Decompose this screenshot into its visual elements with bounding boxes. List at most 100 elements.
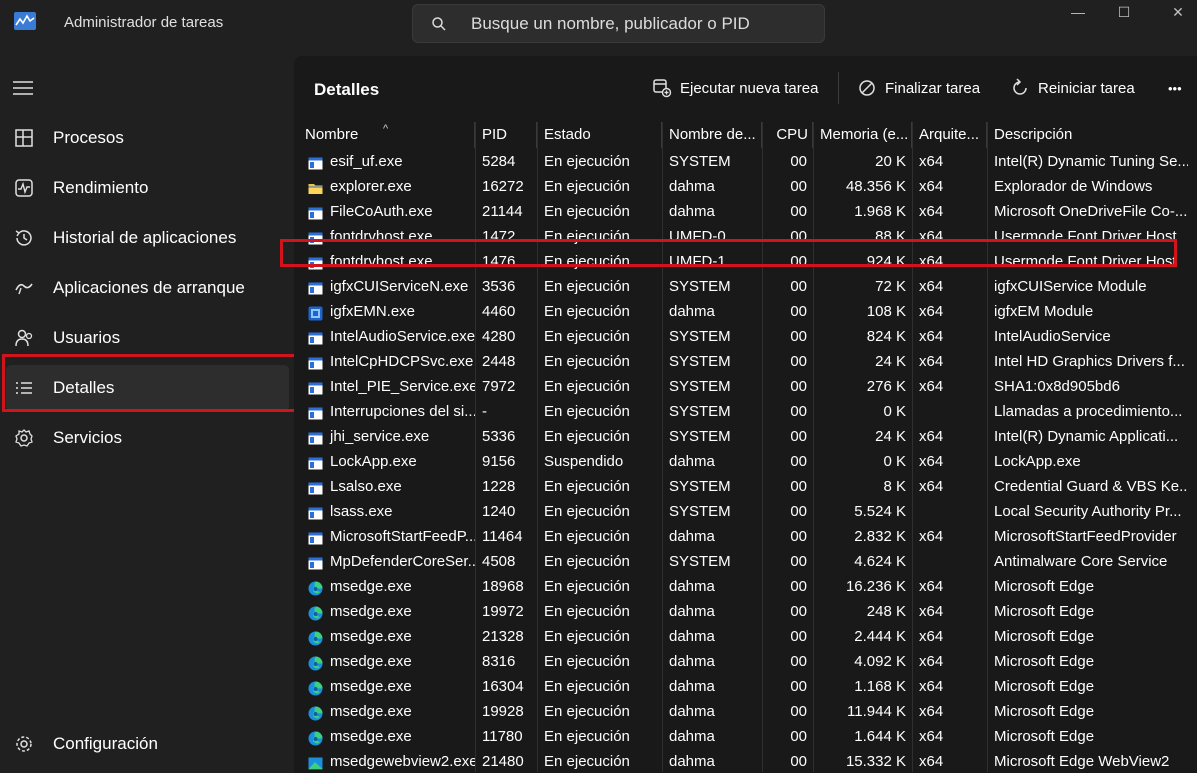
table-row[interactable]: msedge.exe 21328 En ejecución dahma 00 2.444 … [294,624,1197,649]
cell-arch: x64 [919,453,944,470]
more-options-button[interactable]: ••• [1168,76,1182,100]
cell-mem: 2.444 K [854,628,906,645]
table-row[interactable]: msedge.exe 19928 En ejecución dahma 00 11.944… [294,699,1197,724]
column-header-pid[interactable]: PID [476,122,537,148]
cell-arch: x64 [919,478,944,495]
cell-cpu: 00 [790,203,807,220]
table-row[interactable]: MicrosoftStartFeedP... 11464 En ejecución d… [294,524,1197,549]
cell-status: En ejecución [544,603,630,620]
cell-status: En ejecución [544,178,630,195]
cell-cpu: 00 [790,503,807,520]
table-row[interactable]: Intel_PIE_Service.exe 7972 En ejecución SYS… [294,374,1197,399]
cell-desc: Microsoft Edge [994,603,1095,620]
sidebar-item-procesos[interactable]: Procesos [6,115,289,161]
cell-mem: 48.356 K [845,178,906,195]
column-header-cpu[interactable]: CPU [763,122,813,148]
search-box[interactable] [412,4,825,43]
table-row[interactable]: msedge.exe 8316 En ejecución dahma 00 4.092 K… [294,649,1197,674]
cell-arch: x64 [919,303,944,320]
column-header-memory[interactable]: Memoria (e... [814,122,912,148]
column-header-user[interactable]: Nombre de... [663,122,762,148]
table-row[interactable]: msedge.exe 16304 En ejecución dahma 00 1.168 … [294,674,1197,699]
column-header-name[interactable]: Nombre ^ [299,122,475,148]
cell-pid: 4508 [482,553,516,570]
close-button[interactable]: ✕ [1152,0,1197,24]
table-row[interactable]: IntelCpHDCPSvc.exe 2448 En ejecución SYSTEM… [294,349,1197,374]
sidebar-item-historial[interactable]: Historial de aplicaciones [6,215,289,261]
search-input[interactable] [471,11,811,37]
cell-desc: Intel(R) Dynamic Tuning Se... [994,153,1188,170]
cell-desc: Local Security Authority Pr... [994,503,1182,520]
column-header-arch[interactable]: Arquite... [913,122,987,148]
run-new-task-button[interactable]: Ejecutar nueva tarea [652,76,818,100]
cell-status: En ejecución [544,328,630,345]
table-row[interactable]: Interrupciones del si... - En ejecución SYS… [294,399,1197,424]
edge-icon [308,579,323,596]
cell-name: LockApp.exe [299,449,475,474]
table-row[interactable]: MpDefenderCoreSer... 4508 En ejecución SYST… [294,549,1197,574]
gear-icon [16,736,32,752]
cell-mem: 20 K [875,153,906,170]
table-row[interactable]: IntelAudioService.exe 4280 En ejecución SYS… [294,324,1197,349]
app-icon [308,454,323,470]
sidebar-item-servicios[interactable]: Servicios [6,415,289,461]
table-row[interactable]: igfxCUIServiceN.exe 3536 En ejecución SYSTE… [294,274,1197,299]
sidebar-item-label: Rendimiento [53,178,149,197]
table-row[interactable]: igfxEMN.exe 4460 En ejecución dahma 00 108 K x… [294,299,1197,324]
cell-pid: 5284 [482,153,516,170]
cell-cpu: 00 [790,403,807,420]
column-header-description[interactable]: Descripción [988,122,1188,148]
cell-mem: 72 K [875,278,906,295]
cell-user: dahma [669,678,715,695]
performance-icon [15,179,33,197]
cell-status: En ejecución [544,153,630,170]
cell-cpu: 00 [790,303,807,320]
cell-name: FileCoAuth.exe [299,199,475,224]
sidebar-item-rendimiento[interactable]: Rendimiento [6,165,289,211]
table-row[interactable]: jhi_service.exe 5336 En ejecución SYSTEM 00 2… [294,424,1197,449]
cell-user: dahma [669,178,715,195]
cell-pid: 4460 [482,303,516,320]
table-row[interactable]: msedge.exe 18968 En ejecución dahma 00 16.236… [294,574,1197,599]
column-header-status[interactable]: Estado [538,122,662,148]
table-row[interactable]: lsass.exe 1240 En ejecución SYSTEM 00 5.524 K… [294,499,1197,524]
cell-status: En ejecución [544,528,630,545]
hamburger-menu-icon[interactable] [13,80,33,96]
restart-task-button[interactable]: Reiniciar tarea [1010,76,1135,100]
cell-arch: x64 [919,378,944,395]
cell-desc: Explorador de Windows [994,178,1153,195]
cell-status: En ejecución [544,753,630,770]
cell-arch [913,499,987,524]
cell-arch: x64 [919,678,944,695]
end-task-icon [859,80,875,96]
edge-icon [308,629,323,646]
minimize-button[interactable]: — [1052,0,1104,24]
cell-desc: igfxEM Module [994,303,1094,320]
services-icon [15,429,33,447]
end-task-button[interactable]: Finalizar tarea [857,76,980,100]
table-row[interactable]: msedge.exe 11780 En ejecución dahma 00 1.644 … [294,724,1197,749]
run-new-task-label: Ejecutar nueva tarea [680,79,819,97]
toolbar: Detalles Ejecutar nueva tarea Finalizar … [294,56,1197,120]
sidebar-item-arranque[interactable]: Aplicaciones de arranque [6,265,289,311]
sidebar-item-configuracion[interactable]: Configuración [6,721,289,767]
sort-up-icon: ^ [383,123,389,135]
cell-cpu: 00 [790,353,807,370]
table-row[interactable]: msedgewebview2.exe 21480 En ejecución dahma… [294,749,1197,773]
table-row[interactable]: esif_uf.exe 5284 En ejecución SYSTEM 00 20 K x… [294,149,1197,174]
main-panel: Detalles Ejecutar nueva tarea Finalizar … [280,56,1197,773]
cell-desc: Microsoft Edge [994,578,1095,595]
table-row[interactable]: explorer.exe 16272 En ejecución dahma 00 48.3… [294,174,1197,199]
maximize-button[interactable]: ☐ [1098,0,1150,24]
cell-cpu: 00 [790,328,807,345]
cell-arch: x64 [919,178,944,195]
table-row[interactable]: Lsalso.exe 1228 En ejecución SYSTEM 00 8 K x64… [294,474,1197,499]
cell-name: esif_uf.exe [299,149,475,174]
table-row[interactable]: LockApp.exe 9156 Suspendido dahma 00 0 K x64 Lo… [294,449,1197,474]
cell-desc: MicrosoftStartFeedProvider [994,528,1177,545]
cell-status: En ejecución [544,403,630,420]
table-row[interactable]: msedge.exe 19972 En ejecución dahma 00 248 K x… [294,599,1197,624]
cell-user: dahma [669,603,715,620]
sidebar-item-label: Aplicaciones de arranque [53,278,245,297]
table-row[interactable]: FileCoAuth.exe 21144 En ejecución dahma 00 1.… [294,199,1197,224]
